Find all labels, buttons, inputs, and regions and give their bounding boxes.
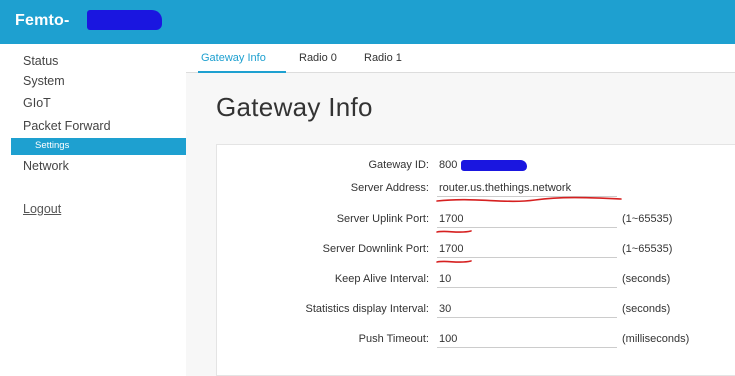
statistics-display-interval-input[interactable]: 30 — [437, 301, 617, 318]
sidebar-item-system[interactable]: System — [23, 74, 65, 88]
brand-title: Femto- — [15, 12, 70, 29]
server-uplink-port-input[interactable]: 1700 — [437, 211, 617, 228]
uplink-port-range: (1~65535) — [622, 213, 673, 225]
server-address-label: Server Address: — [350, 182, 429, 194]
sidebar-item-giot[interactable]: GIoT — [23, 96, 51, 110]
sidebar-item-settings[interactable]: Settings — [11, 138, 186, 155]
keep-alive-unit: (seconds) — [622, 273, 671, 285]
tab-radio-0[interactable]: Radio 0 — [299, 52, 337, 64]
redaction-mark — [461, 160, 527, 171]
sidebar-item-status[interactable]: Status — [23, 54, 58, 68]
annotation-underline — [436, 230, 472, 233]
gateway-id-label: Gateway ID: — [368, 159, 429, 171]
push-timeout-input[interactable]: 100 — [437, 331, 617, 348]
keep-alive-interval-label: Keep Alive Interval: — [334, 273, 429, 285]
sidebar-item-network[interactable]: Network — [23, 159, 69, 173]
server-downlink-port-input[interactable]: 1700 — [437, 241, 617, 258]
redaction-mark — [87, 10, 162, 30]
downlink-port-range: (1~65535) — [622, 243, 673, 255]
tab-radio-1[interactable]: Radio 1 — [364, 52, 402, 64]
main-content: Gateway Info Radio 0 Radio 1 Gateway Inf… — [186, 44, 735, 376]
gateway-info-form: Gateway ID: 800 Server Address: router.u… — [216, 144, 735, 376]
statistics-interval-unit: (seconds) — [622, 303, 671, 315]
logout-link[interactable]: Logout — [23, 202, 61, 216]
tab-bar: Gateway Info Radio 0 Radio 1 — [186, 44, 735, 73]
push-timeout-unit: (milliseconds) — [622, 333, 690, 345]
push-timeout-label: Push Timeout: — [358, 333, 429, 345]
annotation-underline — [436, 196, 622, 203]
active-tab-indicator — [198, 71, 286, 73]
sidebar-item-packet-forward[interactable]: Packet Forward — [23, 119, 111, 133]
sidebar: Status System GIoT Packet Forward Settin… — [0, 44, 186, 376]
statistics-display-interval-label: Statistics display Interval: — [305, 303, 430, 315]
annotation-underline — [436, 260, 472, 263]
page-title: Gateway Info — [216, 92, 373, 122]
sidebar-item-settings-label: Settings — [35, 140, 70, 151]
server-uplink-port-label: Server Uplink Port: — [336, 213, 429, 225]
server-downlink-port-label: Server Downlink Port: — [322, 243, 429, 255]
tab-gateway-info[interactable]: Gateway Info — [201, 52, 266, 64]
keep-alive-interval-input[interactable]: 10 — [437, 271, 617, 288]
top-header-bar: Femto- — [0, 0, 735, 44]
